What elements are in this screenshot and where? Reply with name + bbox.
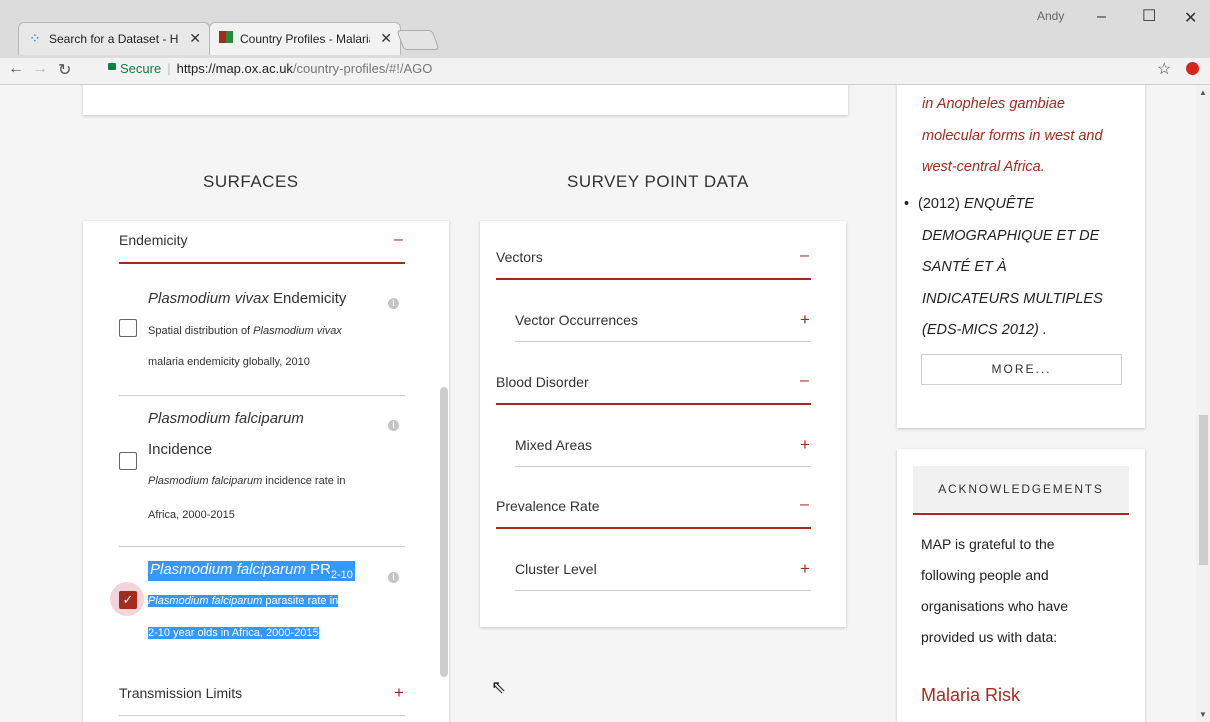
favicon-map-icon	[219, 31, 233, 43]
sub-label-cluster-level[interactable]: Cluster Level	[515, 561, 597, 577]
url-path: /country-profiles/#!/AGO	[292, 61, 433, 76]
layer-checkbox-checked[interactable]: ✓	[119, 591, 137, 609]
ack-rule	[913, 513, 1129, 515]
layer-description: Plasmodium falciparum incidence rate in	[148, 475, 346, 487]
group-label-blood-disorder[interactable]: Blood Disorder	[496, 374, 589, 390]
bullet: •	[904, 196, 910, 212]
profile-user[interactable]: Andy	[1037, 9, 1064, 23]
sub-label-mixed-areas[interactable]: Mixed Areas	[515, 437, 592, 453]
divider	[515, 466, 811, 467]
page-content: SURFACES SURVEY POINT DATA Endemicity – …	[0, 85, 1210, 722]
layer-title: Plasmodium falciparum	[148, 410, 304, 427]
survey-heading: SURVEY POINT DATA	[567, 172, 749, 191]
expand-icon[interactable]: +	[800, 310, 810, 330]
collapse-icon[interactable]: –	[800, 247, 809, 265]
reference-line: INDICATEURS MULTIPLES	[922, 291, 1103, 307]
url-field[interactable]: Secure | https://map.ox.ac.uk/country-prof…	[108, 60, 1158, 80]
endemicity-rule	[119, 262, 405, 264]
forward-icon[interactable]: →	[32, 60, 48, 78]
favicon-dots-icon: ⁘	[29, 30, 41, 46]
layer-description-line2: malaria endemicity globally, 2010	[148, 356, 310, 368]
group-rule	[496, 527, 811, 529]
group-rule	[496, 278, 811, 280]
bookmark-star-icon[interactable]: ☆	[1157, 59, 1171, 79]
close-tab-icon[interactable]: ✕	[189, 30, 201, 47]
layer-description: Spatial distribution of Plasmodium vivax	[148, 325, 342, 337]
info-icon[interactable]: i	[388, 298, 399, 309]
layer-title: Plasmodium vivax Endemicity	[148, 290, 347, 307]
expand-icon[interactable]: +	[800, 435, 810, 455]
info-icon[interactable]: i	[388, 572, 399, 583]
ack-line: MAP is grateful to the	[921, 536, 1055, 552]
layer-description-line2: Africa, 2000-2015	[148, 509, 235, 521]
layer-title-line2: Incidence	[148, 441, 213, 458]
page-scrollbar-track[interactable]	[1196, 85, 1210, 722]
close-tab-icon[interactable]: ✕	[380, 30, 392, 47]
group-label-prevalence-rate[interactable]: Prevalence Rate	[496, 498, 600, 514]
reference-line[interactable]: in Anopheles gambiae	[922, 88, 1065, 120]
back-icon[interactable]: ←	[8, 60, 24, 78]
reference-line: DEMOGRAPHIQUE ET DE	[922, 228, 1100, 244]
scroll-down-arrow-icon[interactable]: ▼	[1199, 710, 1207, 719]
reference-line: SANTÉ ET À	[922, 259, 1007, 275]
expand-icon[interactable]: +	[800, 559, 810, 579]
divider	[515, 590, 811, 591]
group-label-vectors[interactable]: Vectors	[496, 249, 543, 265]
divider	[119, 546, 405, 547]
tab-title: Search for a Dataset - Hu	[49, 32, 179, 46]
reference-line[interactable]: molecular forms in west and	[922, 120, 1103, 152]
ack-line: organisations who have	[921, 598, 1069, 614]
secure-label: Secure	[120, 61, 162, 76]
ack-line: provided us with data:	[921, 629, 1058, 645]
more-button[interactable]: MORE...	[921, 354, 1122, 385]
sub-label-vector-occurrences[interactable]: Vector Occurrences	[515, 312, 638, 328]
scroll-up-arrow-icon[interactable]: ▲	[1199, 88, 1207, 97]
layer-checkbox[interactable]	[119, 319, 137, 337]
layer-title: Plasmodium falciparum PR2-10	[148, 561, 355, 581]
tab-country-profiles[interactable]: Country Profiles - Malaria ✕	[209, 22, 401, 55]
collapse-icon[interactable]: –	[800, 496, 809, 514]
lock-icon	[108, 63, 116, 70]
layer-checkbox[interactable]	[119, 452, 137, 470]
collapse-icon[interactable]: –	[394, 231, 403, 249]
url-host: https://map.ox.ac.uk	[176, 61, 293, 76]
close-window-icon[interactable]: ✕	[1184, 8, 1197, 28]
layer-description: Plasmodium falciparum parasite rate in	[148, 595, 339, 607]
new-tab-button[interactable]	[396, 30, 440, 50]
surfaces-scrollbar[interactable]	[440, 387, 448, 677]
malaria-risk-link[interactable]: Malaria Risk	[921, 685, 1020, 706]
layer-description-line2: 2-10 year olds in Africa, 2000-2015	[148, 627, 319, 639]
ack-line: following people and	[921, 567, 1049, 583]
surfaces-heading: SURFACES	[203, 172, 299, 191]
divider	[515, 341, 811, 342]
mouse-cursor-icon: ⇖	[491, 677, 507, 697]
maximize-icon[interactable]: ☐	[1142, 6, 1156, 26]
reference-line[interactable]: west-central Africa.	[922, 151, 1045, 183]
reload-icon[interactable]: ↻	[58, 60, 71, 80]
tab-title: Country Profiles - Malaria	[240, 32, 370, 46]
group-rule	[496, 403, 811, 405]
transmission-limits-label[interactable]: Transmission Limits	[119, 685, 242, 701]
reference-line: (EDS-MICS 2012) .	[922, 322, 1047, 338]
collapse-icon[interactable]: –	[800, 372, 809, 390]
reference-entry: (2012) ENQUÊTE	[918, 196, 1035, 212]
expand-icon[interactable]: +	[394, 683, 404, 703]
extension-icon[interactable]	[1186, 62, 1199, 75]
minimize-icon[interactable]: –	[1097, 8, 1106, 26]
endemicity-label[interactable]: Endemicity	[119, 232, 187, 248]
info-icon[interactable]: i	[388, 420, 399, 431]
page-scrollbar-thumb[interactable]	[1199, 415, 1208, 565]
top-card	[83, 85, 848, 115]
ack-heading: ACKNOWLEDGEMENTS	[913, 466, 1129, 512]
divider	[119, 395, 405, 396]
divider	[119, 715, 405, 716]
tab-search-dataset[interactable]: ⁘ Search for a Dataset - Hu ✕	[18, 22, 210, 55]
